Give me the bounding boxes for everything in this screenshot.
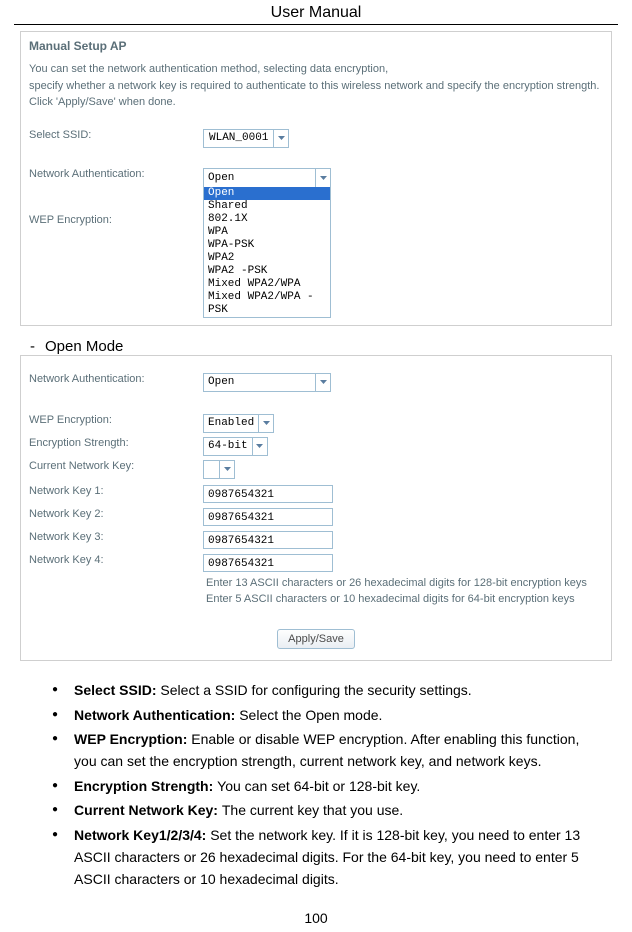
wep-encryption-select[interactable]: Enabled	[203, 414, 274, 433]
bullet-term: Current Network Key:	[74, 802, 222, 818]
desc-line: specify whether a network key is require…	[29, 78, 603, 95]
chevron-down-icon	[252, 438, 267, 455]
list-item: ● WEP Encryption: Enable or disable WEP …	[52, 728, 602, 773]
bullet-icon: ●	[52, 704, 58, 726]
bullet-icon: ●	[52, 799, 58, 821]
auth-option[interactable]: Mixed WPA2/WPA	[204, 278, 330, 291]
bullet-icon: ●	[52, 728, 58, 773]
list-item: ● Encryption Strength: You can set 64-bi…	[52, 775, 602, 797]
panel-description: You can set the network authentication m…	[29, 61, 603, 111]
network-key-4-input[interactable]: 0987654321	[203, 554, 333, 572]
wep-label: WEP Encryption:	[29, 414, 203, 433]
bullet-desc: Select a SSID for configuring the securi…	[160, 682, 471, 698]
auth-option[interactable]: WPA2 -PSK	[204, 265, 330, 278]
panel-title: Manual Setup AP	[29, 39, 603, 53]
strength-value: 64-bit	[204, 440, 252, 452]
bullet-desc: You can set 64-bit or 128-bit key.	[217, 778, 420, 794]
list-item: ● Network Key1/2/3/4: Set the network ke…	[52, 824, 602, 891]
bullet-icon: ●	[52, 775, 58, 797]
bullet-icon: ●	[52, 824, 58, 891]
current-network-key-select[interactable]	[203, 460, 235, 479]
auth-option[interactable]: WPA-PSK	[204, 239, 330, 252]
ssid-select[interactable]: WLAN_0001	[203, 129, 289, 148]
list-item: ● Network Authentication: Select the Ope…	[52, 704, 602, 726]
bullet-term: WEP Encryption:	[74, 731, 191, 747]
key2-label: Network Key 2:	[29, 508, 203, 526]
key-hint-128: Enter 13 ASCII characters or 26 hexadeci…	[206, 576, 603, 591]
bullet-term: Encryption Strength:	[74, 778, 217, 794]
wep-value: Enabled	[204, 417, 258, 429]
bullet-desc: The current key that you use.	[222, 802, 403, 818]
encryption-strength-select[interactable]: 64-bit	[203, 437, 268, 456]
auth-value: Open	[204, 376, 315, 388]
network-auth-select[interactable]: Open	[203, 373, 331, 392]
bullet-term: Network Key1/2/3/4:	[74, 827, 210, 843]
key4-label: Network Key 4:	[29, 554, 203, 572]
network-key-2-input[interactable]: 0987654321	[203, 508, 333, 526]
network-key-3-input[interactable]: 0987654321	[203, 531, 333, 549]
auth-option[interactable]: Open	[204, 187, 330, 200]
description-list: ● Select SSID: Select a SSID for configu…	[52, 679, 602, 891]
current-key-label: Current Network Key:	[29, 460, 203, 479]
auth-label: Network Authentication:	[29, 168, 203, 180]
auth-option[interactable]: 802.1X	[204, 213, 330, 226]
chevron-down-icon	[273, 130, 288, 147]
manual-setup-panel: Manual Setup AP You can set the network …	[20, 31, 612, 326]
chevron-down-icon	[315, 169, 330, 187]
auth-label: Network Authentication:	[29, 373, 203, 392]
desc-line: Click 'Apply/Save' when done.	[29, 94, 603, 111]
auth-option[interactable]: Shared	[204, 200, 330, 213]
auth-option[interactable]: WPA	[204, 226, 330, 239]
key-hint-64: Enter 5 ASCII characters or 10 hexadecim…	[206, 592, 603, 607]
ssid-value: WLAN_0001	[204, 132, 273, 144]
auth-selected-value: Open	[204, 172, 315, 184]
dash-icon: -	[30, 338, 35, 355]
desc-line: You can set the network authentication m…	[29, 61, 603, 78]
chevron-down-icon	[219, 461, 234, 478]
apply-save-button[interactable]: Apply/Save	[277, 629, 355, 649]
section-title: Open Mode	[45, 338, 123, 355]
page-header: User Manual	[14, 0, 618, 25]
auth-options-list: Open Shared 802.1X WPA WPA-PSK WPA2 WPA2…	[204, 187, 330, 317]
list-item: ● Current Network Key: The current key t…	[52, 799, 602, 821]
chevron-down-icon	[315, 374, 330, 391]
key3-label: Network Key 3:	[29, 531, 203, 549]
network-key-1-input[interactable]: 0987654321	[203, 485, 333, 503]
strength-label: Encryption Strength:	[29, 437, 203, 456]
key1-label: Network Key 1:	[29, 485, 203, 503]
bullet-desc: Select the Open mode.	[239, 707, 382, 723]
list-item: ● Select SSID: Select a SSID for configu…	[52, 679, 602, 701]
bullet-term: Select SSID:	[74, 682, 160, 698]
page-number: 100	[0, 910, 632, 926]
bullet-icon: ●	[52, 679, 58, 701]
ssid-label: Select SSID:	[29, 129, 203, 148]
open-mode-panel: Network Authentication: Open WEP Encrypt…	[20, 355, 612, 662]
auth-option[interactable]: WPA2	[204, 252, 330, 265]
wep-encryption-label: WEP Encryption:	[29, 214, 203, 226]
bullet-term: Network Authentication:	[74, 707, 239, 723]
auth-option[interactable]: Mixed WPA2/WPA -PSK	[204, 291, 330, 317]
network-auth-dropdown-expanded[interactable]: Open Open Shared 802.1X WPA WPA-PSK WPA2…	[203, 168, 331, 318]
section-heading: - Open Mode	[30, 338, 612, 355]
chevron-down-icon	[258, 415, 273, 432]
